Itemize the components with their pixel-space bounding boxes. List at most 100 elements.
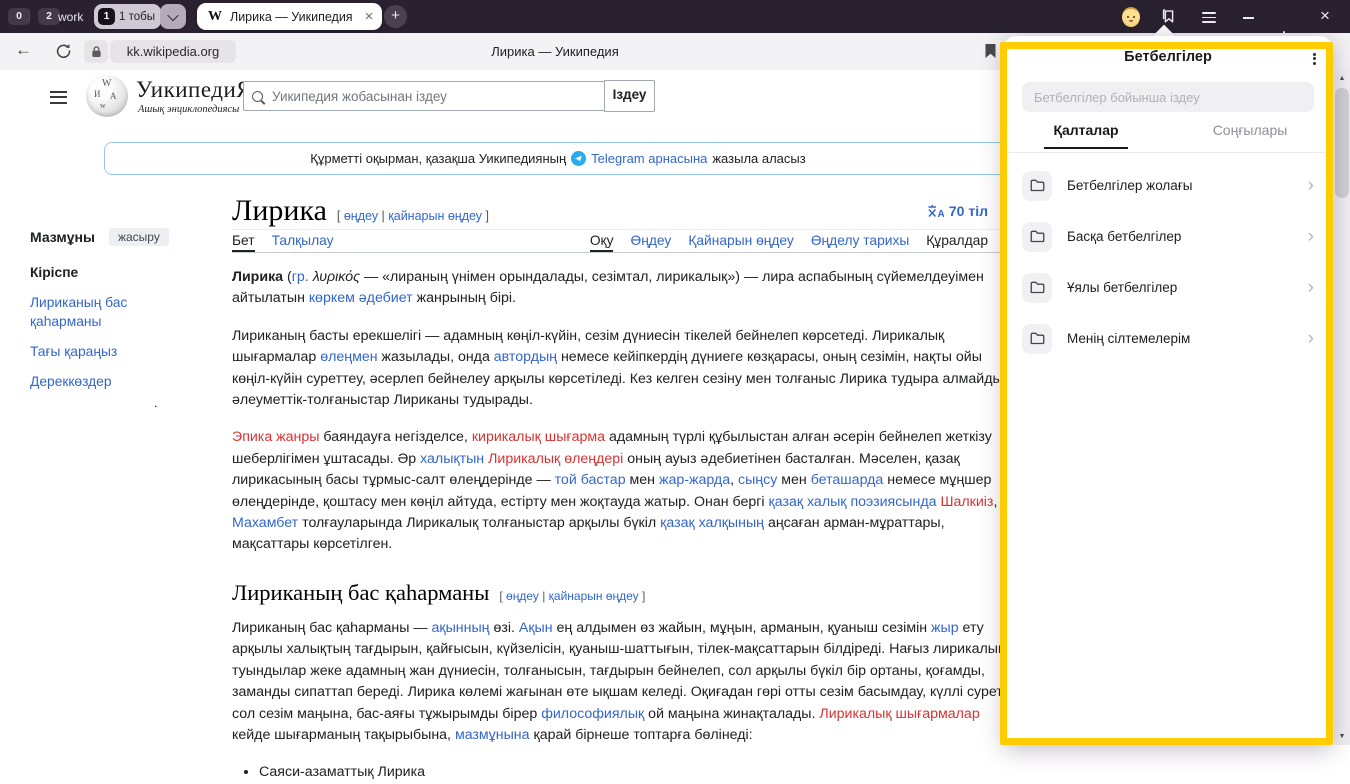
wiki-redlink[interactable]: Эпика жанры	[232, 429, 319, 445]
site-security-lock-icon[interactable]	[84, 40, 108, 63]
title-divider	[232, 229, 1010, 230]
wiki-tagline: Ашық энциклопедиясы	[138, 104, 239, 115]
url-text: kk.wikipedia.org	[127, 44, 220, 59]
folder-label: Бетбелгілер жолағы	[1067, 178, 1293, 193]
tab-edit-source[interactable]: Қайнарын өңдеу	[688, 233, 794, 252]
tab-page[interactable]: Бет	[232, 233, 255, 252]
reload-button[interactable]	[55, 42, 72, 64]
bookmark-added-flag-icon[interactable]	[984, 43, 997, 64]
telegram-channel-link[interactable]: Telegram арнасына	[591, 151, 707, 166]
text-segment: толғауларында Лирикалық толғаныстар арқы…	[298, 515, 660, 531]
section-edit-links[interactable]: [ өңдеу | қайнарын өңдеу ]	[499, 589, 645, 603]
wiki-redlink[interactable]: Лирикалық шығармалар	[819, 706, 979, 722]
wiki-link[interactable]: қайнарын өңдеу	[549, 589, 639, 603]
folder-row-my-links[interactable]: Менің сілтемелерім ›	[1004, 313, 1332, 364]
wiki-link[interactable]: қазақ халық поэзиясында	[769, 494, 937, 510]
wiki-link[interactable]: гр.	[292, 269, 309, 285]
list-item: Саяси-азаматтық Лирика	[259, 762, 1022, 783]
banner-text-after: жазыла аласыз	[712, 151, 805, 166]
wiki-redlink[interactable]: Шалкиіз	[940, 494, 993, 510]
folder-row-mobile-bookmarks[interactable]: Ұялы бетбелгілер ›	[1004, 262, 1332, 313]
toc-item-see-also[interactable]: Тағы қараңыз	[30, 342, 215, 361]
wiki-link[interactable]: сыңсу	[738, 472, 777, 488]
chevron-right-icon: ›	[1308, 331, 1314, 347]
back-button[interactable]: ←	[15, 40, 32, 60]
tab-close-icon[interactable]: ×	[365, 9, 374, 24]
wiki-search-box[interactable]	[243, 81, 621, 111]
wiki-link[interactable]: өңдеу	[506, 589, 539, 603]
address-bar[interactable]: kk.wikipedia.org	[110, 40, 236, 63]
tab-history[interactable]: Өңделу тарихы	[811, 233, 909, 252]
browser-menu-icon[interactable]	[1202, 9, 1216, 26]
folder-label: Басқа бетбелгілер	[1067, 229, 1293, 244]
tab-group-toby[interactable]: 1 1 тобы	[94, 4, 161, 29]
toc-item-intro[interactable]: Кіріспе	[30, 263, 215, 282]
tab-recent[interactable]: Соңғылары	[1168, 122, 1332, 156]
wiki-link[interactable]: философиялық	[541, 706, 644, 722]
toby-group-label: 1 тобы	[119, 11, 155, 23]
language-selector-button[interactable]: A 70 тіл	[848, 203, 988, 219]
wiki-search-input[interactable]	[270, 88, 612, 105]
tab-talk[interactable]: Талқылау	[272, 233, 334, 252]
wiki-search-button[interactable]: Іздеу	[604, 80, 655, 112]
wiki-link[interactable]: өлеңмен	[320, 349, 377, 365]
tab-tools[interactable]: Құралдар	[926, 233, 988, 252]
work-group-label[interactable]: work	[58, 10, 83, 24]
toc-hide-button[interactable]: жасыру	[109, 228, 169, 246]
bookmarks-search-box[interactable]	[1022, 82, 1314, 112]
scrollbar-thumb[interactable]	[1335, 88, 1349, 198]
wiki-link[interactable]: жар-жарда	[659, 472, 730, 488]
tab-bar-divider	[29, 10, 30, 23]
wiki-menu-icon[interactable]	[50, 87, 67, 107]
tab-group-zero-badge[interactable]: 0	[8, 8, 30, 25]
text-segment: қарай бірнеше топтарға бөлінеді:	[530, 727, 753, 743]
wiki-link[interactable]: Ақын	[519, 620, 553, 636]
toolbar-page-title: Лирика — Уикипедия	[380, 44, 730, 59]
tab-read[interactable]: Оқу	[590, 233, 614, 252]
wiki-link[interactable]: қазақ халқының	[660, 515, 764, 531]
wikipedia-logo[interactable]: WИAw	[86, 75, 128, 117]
avatar-mouth	[1129, 20, 1133, 22]
title-edit-links[interactable]: [ өңдеу | қайнарын өңдеу ]	[337, 209, 489, 223]
language-count: 70 тіл	[949, 203, 988, 219]
active-tab[interactable]: W Лирика — Уикипедия ×	[197, 3, 382, 30]
wiki-link[interactable]: беташарда	[811, 472, 884, 488]
wiki-link[interactable]: халықтын	[420, 451, 484, 467]
wiki-link[interactable]: той бастар	[555, 472, 626, 488]
profile-avatar[interactable]	[1122, 7, 1140, 27]
wiki-link[interactable]: қайнарын өңдеу	[388, 209, 482, 223]
wiki-redlink[interactable]: кирикалық шығарма	[472, 429, 605, 445]
new-tab-button[interactable]: +	[384, 5, 407, 28]
work-group-count-badge[interactable]: 2	[38, 8, 60, 25]
wiki-link[interactable]: көркем әдебиет	[309, 290, 413, 306]
wiki-link[interactable]: мазмұнына	[455, 727, 530, 743]
tab-folders[interactable]: Қалталар	[1004, 122, 1168, 156]
page-scrollbar[interactable]: ▲ ▼	[1334, 70, 1350, 745]
paragraph-2: Лириканың басты ерекшелігі — адамның көң…	[232, 326, 1016, 412]
wiki-link[interactable]: ақынның	[432, 620, 490, 636]
scroll-up-icon[interactable]: ▲	[1334, 75, 1350, 82]
folder-row-other-bookmarks[interactable]: Басқа бетбелгілер ›	[1004, 211, 1332, 262]
text-segment: ,	[993, 494, 997, 510]
scroll-down-icon[interactable]: ▼	[1334, 733, 1350, 740]
wiki-link[interactable]: өңдеу	[344, 209, 378, 223]
tab-recent-label: Соңғылары	[1213, 122, 1288, 138]
toc-item-main-hero[interactable]: Лириканың бас қаһарманы	[30, 293, 175, 331]
text-segment: мен	[777, 472, 810, 488]
toc-item-references[interactable]: Дереккөздер	[30, 372, 215, 391]
bookmarks-search-input[interactable]	[1032, 89, 1304, 106]
wiki-link[interactable]: жыр	[931, 620, 959, 636]
wiki-link[interactable]: Махамбет	[232, 515, 298, 531]
wikipedia-favicon: W	[208, 9, 222, 25]
section-heading: Лириканың бас қаһарманы	[232, 580, 489, 606]
folder-row-bookmarks-bar[interactable]: Бетбелгілер жолағы ›	[1004, 160, 1332, 211]
tab-edit[interactable]: Өңдеу	[630, 233, 671, 252]
close-window-button[interactable]: ×	[1320, 6, 1330, 26]
paragraph-4: Лириканың бас қаһарманы — ақынның өзі. А…	[232, 618, 1016, 746]
wiki-redlink[interactable]: Лирикалық өлеңдері	[488, 451, 623, 467]
tab-group-expand-button[interactable]	[160, 4, 186, 29]
minimize-button[interactable]	[1243, 17, 1254, 19]
wiki-link[interactable]: автордың	[494, 349, 557, 365]
kebab-menu-icon[interactable]	[1313, 51, 1316, 66]
wiki-wordmark[interactable]: УикипедиЯ	[136, 77, 252, 103]
